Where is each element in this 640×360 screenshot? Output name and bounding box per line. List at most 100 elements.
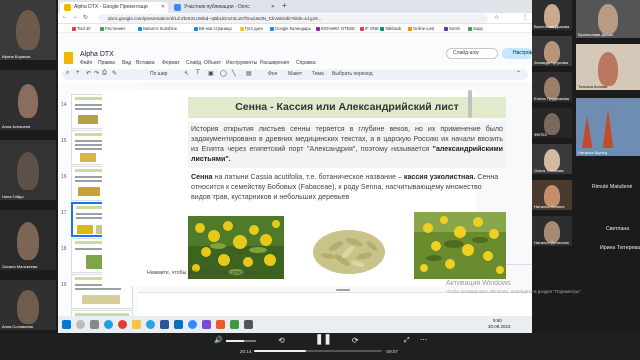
participant-name-only[interactable]: Ирина Тютерева <box>600 245 640 251</box>
thumb-number: 17 <box>61 210 67 216</box>
zoom-select[interactable]: По шир <box>150 71 167 77</box>
line-icon[interactable]: ╲ <box>232 70 236 77</box>
thumb-number: 19 <box>61 282 67 288</box>
slide-title: Сенна - Кассия или Александрийский лист <box>235 101 459 113</box>
app-icon[interactable] <box>230 320 239 329</box>
add-slide-icon[interactable]: + <box>76 70 80 76</box>
participant-name: Наталья Шульц <box>578 150 608 155</box>
edge-icon[interactable] <box>104 320 113 329</box>
document-title[interactable]: Alpha DTX <box>80 51 114 58</box>
start-icon[interactable] <box>62 320 71 329</box>
participant-tile[interactable]: Наталья Денисова <box>532 216 572 246</box>
participant-name: Оксана Малькеева <box>2 264 38 269</box>
slide-paragraph-history: История открытия листьев сенны теряется … <box>188 122 506 168</box>
rewind-icon[interactable]: ⟲ <box>278 336 285 345</box>
app-icon[interactable] <box>202 320 211 329</box>
taskbar-clock-time[interactable]: 9:50 <box>493 318 502 323</box>
participant-name: Нина Гойдо <box>2 194 24 199</box>
participant-name: Татьяна Колова <box>578 84 608 89</box>
participant-tile[interactable]: Оксана Малькеева <box>0 210 56 270</box>
thumb-number: 16 <box>61 174 67 180</box>
chrome-icon[interactable] <box>118 320 127 329</box>
thumb-number: 18 <box>61 246 67 252</box>
speaker-icon[interactable]: 🔊 <box>214 336 223 344</box>
elapsed-time: 20:14 <box>240 349 252 354</box>
textbox-icon[interactable]: T <box>196 70 200 76</box>
vertical-scrollbar[interactable] <box>468 90 472 118</box>
participant-tile[interactable]: Ирина Бориков <box>0 0 56 60</box>
app-icon[interactable] <box>244 320 253 329</box>
participant-name: Ольга Тихонова <box>534 168 564 173</box>
participant-tile[interactable]: Анна Соловьева <box>0 280 56 330</box>
thumb-number: 14 <box>61 102 67 108</box>
speaker-notes-panel[interactable] <box>138 292 532 316</box>
explorer-icon[interactable] <box>132 320 141 329</box>
more-icon[interactable]: ⋯ <box>420 336 427 344</box>
windows-activation-subtitle: Чтобы активировать Windows, перейдите в … <box>446 289 582 294</box>
menu-insert[interactable]: Вставка <box>136 60 155 66</box>
participant-tile[interactable]: Ольга Тихонова <box>532 144 572 174</box>
slideshow-button[interactable]: Слайд-шоу <box>446 48 498 59</box>
participant-video <box>598 52 618 86</box>
participant-video <box>17 222 39 260</box>
paint-format-icon[interactable]: ✎ <box>112 70 117 77</box>
comment-icon[interactable]: ▤ <box>246 70 252 77</box>
participant-tile[interactable]: Зинаида Чугунова <box>532 36 572 66</box>
seek-bar[interactable] <box>254 350 382 352</box>
menu-help[interactable]: Справка <box>296 60 316 66</box>
fullscreen-icon[interactable]: ⤢ <box>404 337 410 345</box>
participant-tile[interactable]: Татьяна Колова <box>576 44 640 90</box>
transition-button[interactable]: Выбрать переход <box>332 71 373 77</box>
taskbar-clock-date[interactable]: 30.09.2023 <box>488 324 511 329</box>
task-view-icon[interactable] <box>90 320 99 329</box>
telegram-icon[interactable] <box>146 320 155 329</box>
search-icon[interactable] <box>76 320 85 329</box>
menu-edit[interactable]: Правка <box>98 60 115 66</box>
word-icon[interactable] <box>160 320 169 329</box>
menu-view[interactable]: Вид <box>122 60 131 66</box>
share-button[interactable]: Настройки <box>502 48 532 59</box>
redo-icon[interactable]: ↷ <box>94 70 99 77</box>
participant-tile[interactable]: ФКП53 <box>532 108 572 138</box>
undo-icon[interactable]: ↶ <box>86 70 91 77</box>
participant-name-only[interactable]: Светлана <box>606 226 629 232</box>
participant-tile[interactable]: Елена Прудникова <box>532 72 572 102</box>
bridge-image <box>582 108 634 148</box>
participant-tile[interactable]: Валентина Дыкова <box>532 0 572 30</box>
speaker-notes-placeholder[interactable]: Нажмите, чтобы добавить заметки докладчи… <box>147 270 260 276</box>
layout-button[interactable]: Макет <box>288 71 302 77</box>
theme-button[interactable]: Тема <box>312 71 324 77</box>
senna-shrub-photo <box>414 212 506 279</box>
menu-file[interactable]: Файл <box>80 60 92 66</box>
notes-resize-handle[interactable] <box>336 289 350 291</box>
mail-icon[interactable] <box>174 320 183 329</box>
app-icon[interactable] <box>216 320 225 329</box>
zoom-app-icon[interactable] <box>188 320 197 329</box>
menu-slide[interactable]: Слайд <box>186 60 201 66</box>
slides-logo-icon[interactable] <box>64 52 73 64</box>
background-button[interactable]: Фон <box>268 71 277 77</box>
menu-object[interactable]: Объект <box>204 60 221 66</box>
print-icon[interactable]: ⎙ <box>102 70 107 77</box>
participant-tile[interactable]: Нина Гойдо <box>0 140 56 200</box>
participant-name-only[interactable]: Rimutė Matulienė <box>592 184 632 190</box>
menu-tools[interactable]: Инструменты <box>226 60 257 66</box>
meeting-window: Ирина Бориков Анна Алексеев Нина Гойдо О… <box>0 0 640 360</box>
image-icon[interactable]: ▣ <box>208 70 214 77</box>
collapse-toolbar-icon[interactable]: ⌃ <box>516 70 521 77</box>
forward-icon[interactable]: ⟳ <box>352 336 359 345</box>
participant-video <box>16 10 40 50</box>
remaining-time: -29:07 <box>385 349 399 354</box>
volume-slider[interactable] <box>226 340 256 342</box>
participant-tile[interactable]: Анна Алексеев <box>0 70 56 130</box>
search-menus-icon[interactable]: ⌕ <box>66 70 69 77</box>
shape-icon[interactable]: ◯ <box>220 70 227 77</box>
menu-format[interactable]: Формат <box>162 60 180 66</box>
menu-extensions[interactable]: Расширения <box>260 60 289 66</box>
participant-tile[interactable]: Наталья Липина <box>532 180 572 210</box>
pause-icon[interactable]: ❚❚ <box>315 334 332 345</box>
participant-tile[interactable]: Наталья Шульц <box>576 98 640 156</box>
participant-name: Анна Соловьева <box>2 324 33 329</box>
participant-tile[interactable]: Бронислава Дюкин <box>576 0 640 38</box>
select-icon[interactable]: ↖ <box>184 70 189 77</box>
